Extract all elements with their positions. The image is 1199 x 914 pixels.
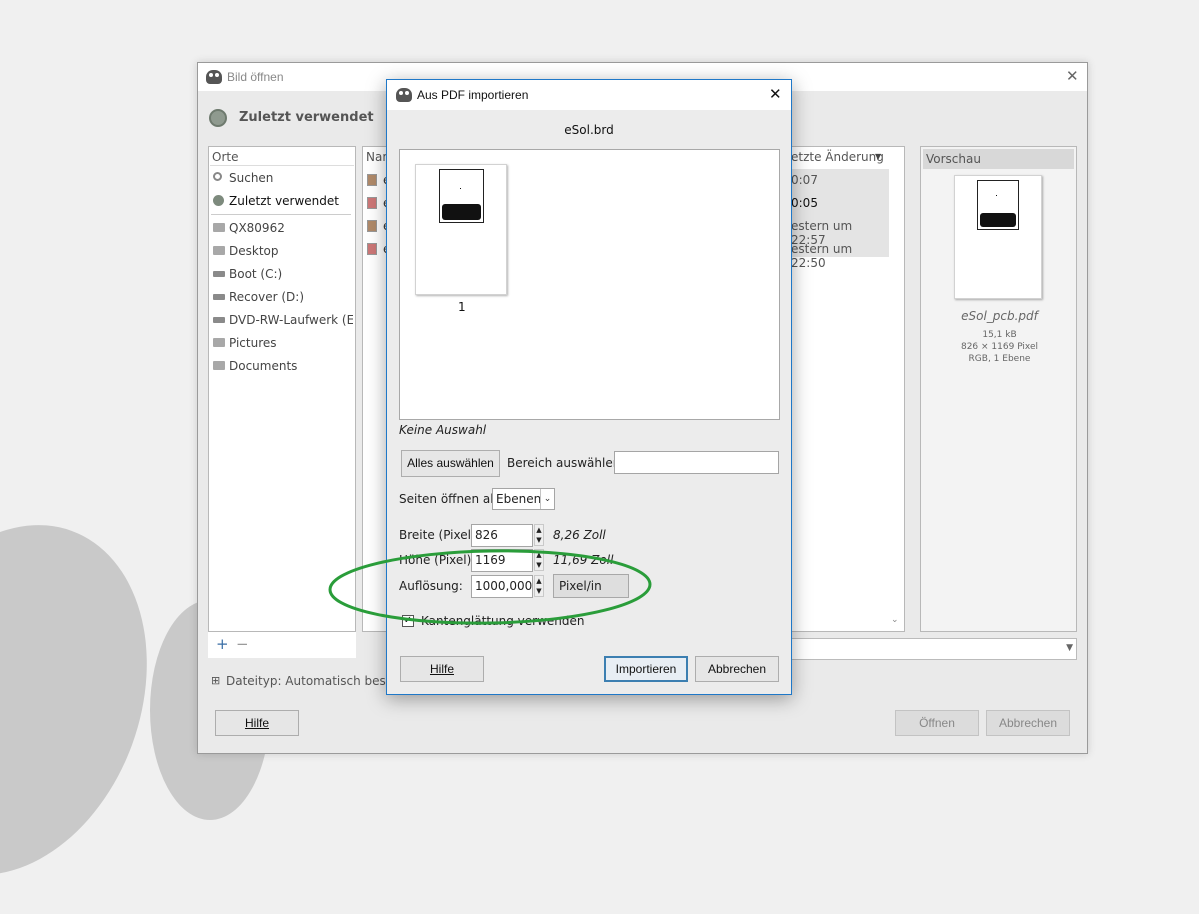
- sidebar-item-label: Boot (C:): [229, 267, 283, 281]
- file-icon: [367, 243, 377, 255]
- file-modified: 0:07: [791, 173, 818, 187]
- preview-info: RGB, 1 Ebene: [968, 354, 1031, 364]
- help-button[interactable]: Hilfe: [400, 656, 484, 682]
- open-pages-as-value: Ebenen: [496, 492, 542, 506]
- document-name: eSol.brd: [564, 123, 614, 137]
- remove-bookmark-button[interactable]: −: [236, 635, 249, 653]
- sidebar-item-label: DVD-RW-Laufwerk (E...: [229, 313, 353, 327]
- gimp-icon: [396, 88, 412, 102]
- drive-icon: [213, 271, 225, 277]
- sidebar-item-label: Recover (D:): [229, 290, 304, 304]
- sidebar-separator: [211, 214, 351, 215]
- sidebar-item-dvd-rw-laufwerk-e[interactable]: DVD-RW-Laufwerk (E...: [211, 309, 353, 331]
- folder-icon: [213, 361, 225, 370]
- import-button[interactable]: Importieren: [604, 656, 688, 682]
- range-label: Bereich auswählen:: [507, 456, 625, 470]
- column-header-modified[interactable]: etzte Änderung: [791, 150, 884, 164]
- selection-status: Keine Auswahl: [399, 423, 487, 437]
- sidebar-item-label: Suchen: [229, 171, 274, 185]
- open-button-label: Öffnen: [919, 716, 955, 730]
- sidebar-item-label: Zuletzt verwendet: [229, 194, 339, 208]
- file-modified: estern um 22:50: [791, 242, 853, 270]
- dvd-icon: [213, 317, 225, 323]
- open-button[interactable]: Öffnen: [895, 710, 979, 736]
- recent-icon: [209, 109, 227, 127]
- places-toolbar: + −: [208, 632, 356, 658]
- file-modified: 0:05: [791, 196, 818, 210]
- filetype-label: Dateityp: Automatisch bestimr: [226, 674, 411, 688]
- folder-icon: [213, 246, 225, 255]
- close-icon[interactable]: ✕: [769, 85, 782, 103]
- dialog-title: Aus PDF importieren: [417, 88, 529, 102]
- sidebar-item-label: Desktop: [229, 244, 279, 258]
- preview-thumbnail: [954, 175, 1042, 299]
- location-title: Zuletzt verwendet: [239, 110, 374, 125]
- width-input[interactable]: 826: [471, 524, 533, 547]
- cancel-button[interactable]: Abbrechen: [986, 710, 1070, 736]
- preview-dimensions: 826 × 1169 Pixel: [960, 342, 1039, 352]
- preview-panel: Vorschau eSol_pcb.pdf 15,1 kB 826 × 1169…: [920, 146, 1077, 632]
- page-number: 1: [458, 300, 466, 314]
- preview-filename: eSol_pcb.pdf: [961, 309, 1038, 323]
- sort-arrow-icon: ▼: [875, 152, 882, 161]
- width-spinner[interactable]: ▲ ▼: [534, 524, 544, 546]
- open-pages-as-select[interactable]: Ebenen ⌄: [492, 488, 555, 510]
- width-label: Breite (Pixel):: [399, 528, 480, 542]
- sidebar-item-label: Pictures: [229, 336, 277, 350]
- help-button-label: Hilfe: [429, 662, 454, 676]
- sidebar-item-zuletzt-verwendet[interactable]: Zuletzt verwendet: [211, 190, 353, 212]
- page-thumbnail[interactable]: [415, 164, 507, 295]
- select-all-button[interactable]: Alles auswählen: [401, 450, 500, 477]
- preview-size: 15,1 kB: [982, 330, 1017, 340]
- cancel-button-label: Abbrechen: [998, 716, 1058, 730]
- window-title: Bild öffnen: [227, 70, 284, 84]
- select-all-button-label: Alles auswählen: [407, 456, 494, 470]
- help-button[interactable]: Hilfe: [215, 710, 299, 736]
- file-icon: [367, 220, 377, 232]
- import-button-label: Importieren: [615, 662, 677, 676]
- page-selector: 1: [399, 149, 780, 420]
- width-inches: 8,26 Zoll: [553, 528, 606, 542]
- sidebar-item-boot-c[interactable]: Boot (C:): [211, 263, 353, 285]
- sidebar-item-suchen[interactable]: Suchen: [211, 167, 353, 189]
- filetype-expander-icon[interactable]: ⊞: [211, 674, 220, 687]
- open-pages-as-label: Seiten öffnen als: [399, 492, 500, 506]
- add-bookmark-button[interactable]: +: [216, 635, 229, 653]
- sidebar-item-label: QX80962: [229, 221, 285, 235]
- close-icon[interactable]: ✕: [1066, 67, 1079, 85]
- folder-icon: [213, 223, 225, 232]
- chevron-down-icon: ▼: [1066, 643, 1073, 653]
- cancel-button[interactable]: Abbrechen: [695, 656, 779, 682]
- cancel-button-label: Abbrechen: [707, 662, 767, 676]
- search-icon: [213, 172, 222, 181]
- sidebar-item-documents[interactable]: Documents: [211, 355, 353, 377]
- page-thumbnail-art: [439, 169, 484, 223]
- preview-header: Vorschau: [923, 149, 1074, 169]
- gimp-icon: [206, 70, 222, 84]
- scroll-down-icon[interactable]: ⌄: [891, 615, 899, 625]
- sidebar-item-qx80962[interactable]: QX80962: [211, 217, 353, 239]
- range-input[interactable]: [614, 451, 779, 474]
- sidebar-item-label: Documents: [229, 359, 298, 373]
- annotation-ellipse: [328, 549, 652, 625]
- help-button-label: Hilfe: [244, 716, 269, 730]
- folder-icon: [213, 338, 225, 347]
- dialog-titlebar: Aus PDF importieren ✕: [387, 80, 791, 110]
- file-icon: [367, 174, 377, 186]
- sidebar-item-desktop[interactable]: Desktop: [211, 240, 353, 262]
- sidebar-item-recover-d[interactable]: Recover (D:): [211, 286, 353, 308]
- filter-combo[interactable]: ▼: [790, 638, 1077, 660]
- preview-thumbnail-art: [977, 180, 1019, 230]
- drive-icon: [213, 294, 225, 300]
- recent-icon: [213, 195, 224, 206]
- sidebar-item-pictures[interactable]: Pictures: [211, 332, 353, 354]
- places-header[interactable]: Orte: [210, 148, 354, 166]
- file-icon: [367, 197, 377, 209]
- chevron-down-icon: ⌄: [540, 489, 554, 509]
